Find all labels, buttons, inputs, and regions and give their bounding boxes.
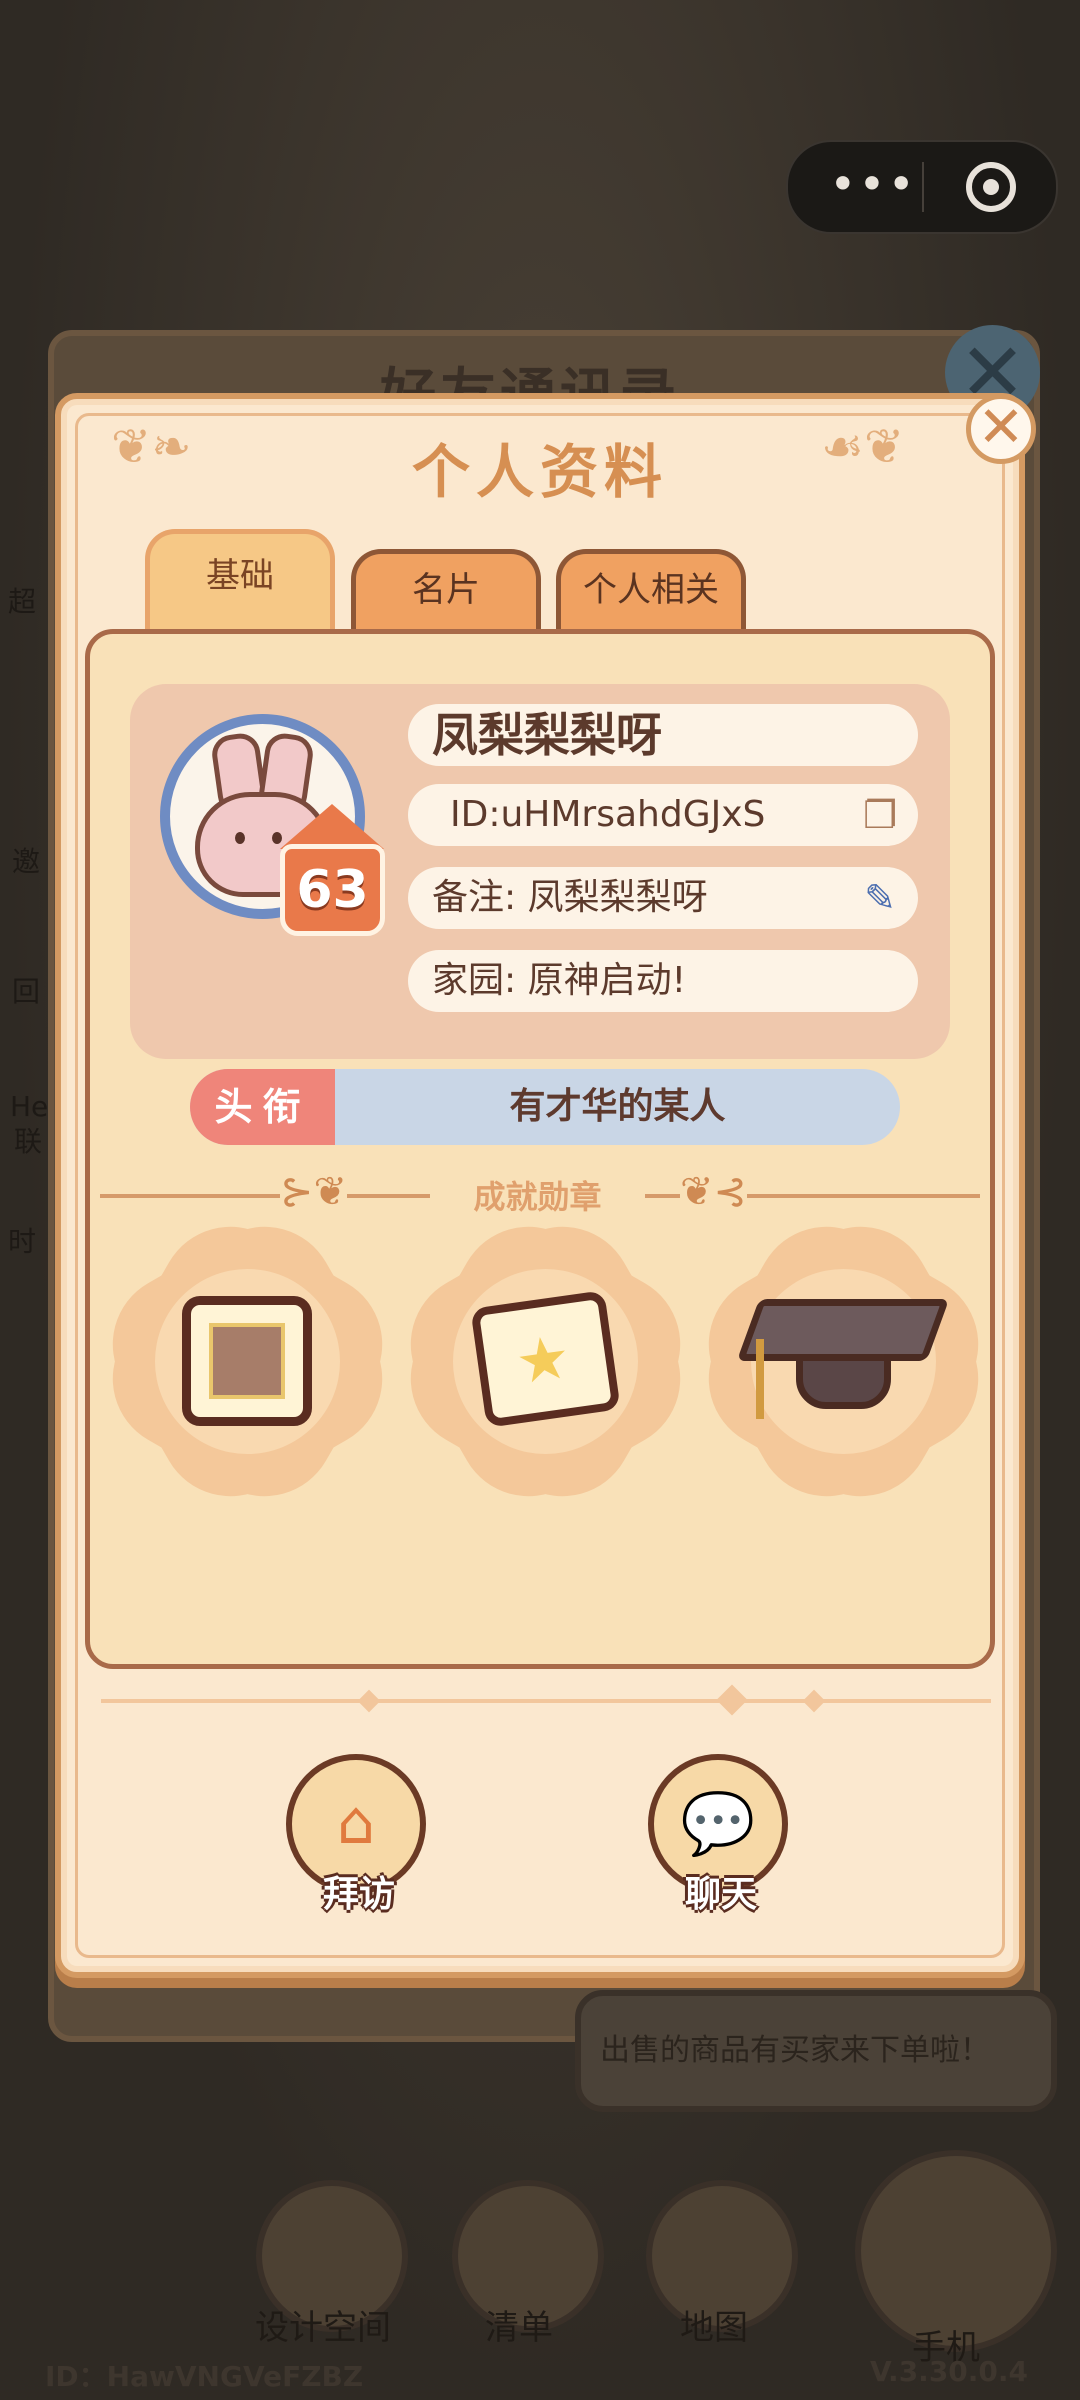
level-badge-roof <box>280 804 384 849</box>
visit-house-icon: ⌂ <box>336 1788 376 1858</box>
level-badge: 63 <box>280 844 385 936</box>
profile-home: 家园: 原神启动! <box>408 950 918 1012</box>
background-side-label: 联 <box>14 1125 43 1158</box>
profile-id: ID:uHMrsahdGJxS <box>450 794 766 835</box>
nav-design-space-label: 设计空间 <box>255 2308 391 2348</box>
edit-pencil-icon[interactable]: ✎ <box>860 875 900 921</box>
close-button[interactable]: ✕ <box>966 394 1036 464</box>
modal-title: 个人资料 <box>411 438 668 506</box>
profile-name: 凤梨梨梨呀 <box>408 704 918 766</box>
capsule-divider <box>922 162 924 212</box>
cap-base-icon <box>796 1354 891 1409</box>
profile-modal: ❦❧ ☙❦ 个人资料 ✕ 基础 名片 个人相关 63 凤梨梨梨呀 ID:uHMr… <box>55 393 1036 1978</box>
ornament-right-icon: ❦⊰ <box>680 1169 748 1215</box>
background-side-label: 时 <box>8 1225 37 1258</box>
footer-version: V.3.30.0.4 <box>870 2355 1029 2388</box>
target-icon[interactable] <box>966 162 1016 212</box>
copy-icon[interactable]: ❐ <box>860 792 900 838</box>
graduation-cap-medal[interactable] <box>726 1244 961 1479</box>
title-value: 有才华的某人 <box>509 1086 726 1127</box>
stamp-icon <box>182 1296 312 1426</box>
background-side-label: 回 <box>12 975 41 1008</box>
miniprogram-capsule: ••• <box>786 140 1058 234</box>
scroll-icon: ★ <box>470 1290 621 1428</box>
stamp-picture <box>209 1323 285 1399</box>
background-side-label: 超 <box>8 585 37 618</box>
footer-user-id: ID：HawVNGVeFZBZ <box>45 2360 364 2393</box>
tab-business-card[interactable]: 名片 <box>351 549 541 629</box>
profile-note: 备注: 凤梨梨梨呀 <box>432 877 708 918</box>
nav-map-label: 地图 <box>680 2308 748 2348</box>
background-side-label: 邀 <box>12 845 41 878</box>
star-scroll-medal[interactable]: ★ <box>428 1244 663 1479</box>
bunny-eye-icon <box>235 832 245 844</box>
nav-list-label: 清单 <box>485 2308 553 2348</box>
profile-card: 63 凤梨梨梨呀 ID:uHMrsahdGJxS ❐ 备注: 凤梨梨梨呀 ✎ 家… <box>130 684 950 1059</box>
ornament-left-icon: ⊱❦ <box>280 1169 348 1215</box>
chat-bubble-icon: 💬 <box>680 1789 756 1859</box>
title-bar: 头衔 有才华的某人 <box>190 1069 900 1145</box>
more-options-icon[interactable]: ••• <box>818 154 928 220</box>
tassel-icon <box>756 1339 764 1419</box>
stamp-medal[interactable] <box>130 1244 365 1479</box>
background-side-label: He <box>10 1090 49 1123</box>
background-notice-text: 出售的商品有买家来下单啦！ <box>600 2033 990 2068</box>
chat-label[interactable]: 聊天 <box>685 1865 757 1917</box>
bottom-divider <box>101 1699 991 1703</box>
graduation-cap-icon <box>736 1299 950 1361</box>
achievements-title: 成就勋章 <box>430 1172 645 1222</box>
profile-note-row: 备注: 凤梨梨梨呀 ✎ <box>408 867 918 929</box>
tab-personal[interactable]: 个人相关 <box>556 549 746 629</box>
visit-label[interactable]: 拜访 <box>323 1865 395 1917</box>
title-label: 头衔 <box>190 1069 335 1145</box>
tab-content-panel: 63 凤梨梨梨呀 ID:uHMrsahdGJxS ❐ 备注: 凤梨梨梨呀 ✎ 家… <box>85 629 995 1669</box>
tab-basic[interactable]: 基础 <box>145 529 335 629</box>
star-icon: ★ <box>511 1321 575 1399</box>
profile-id-row: ID:uHMrsahdGJxS ❐ <box>408 784 918 846</box>
